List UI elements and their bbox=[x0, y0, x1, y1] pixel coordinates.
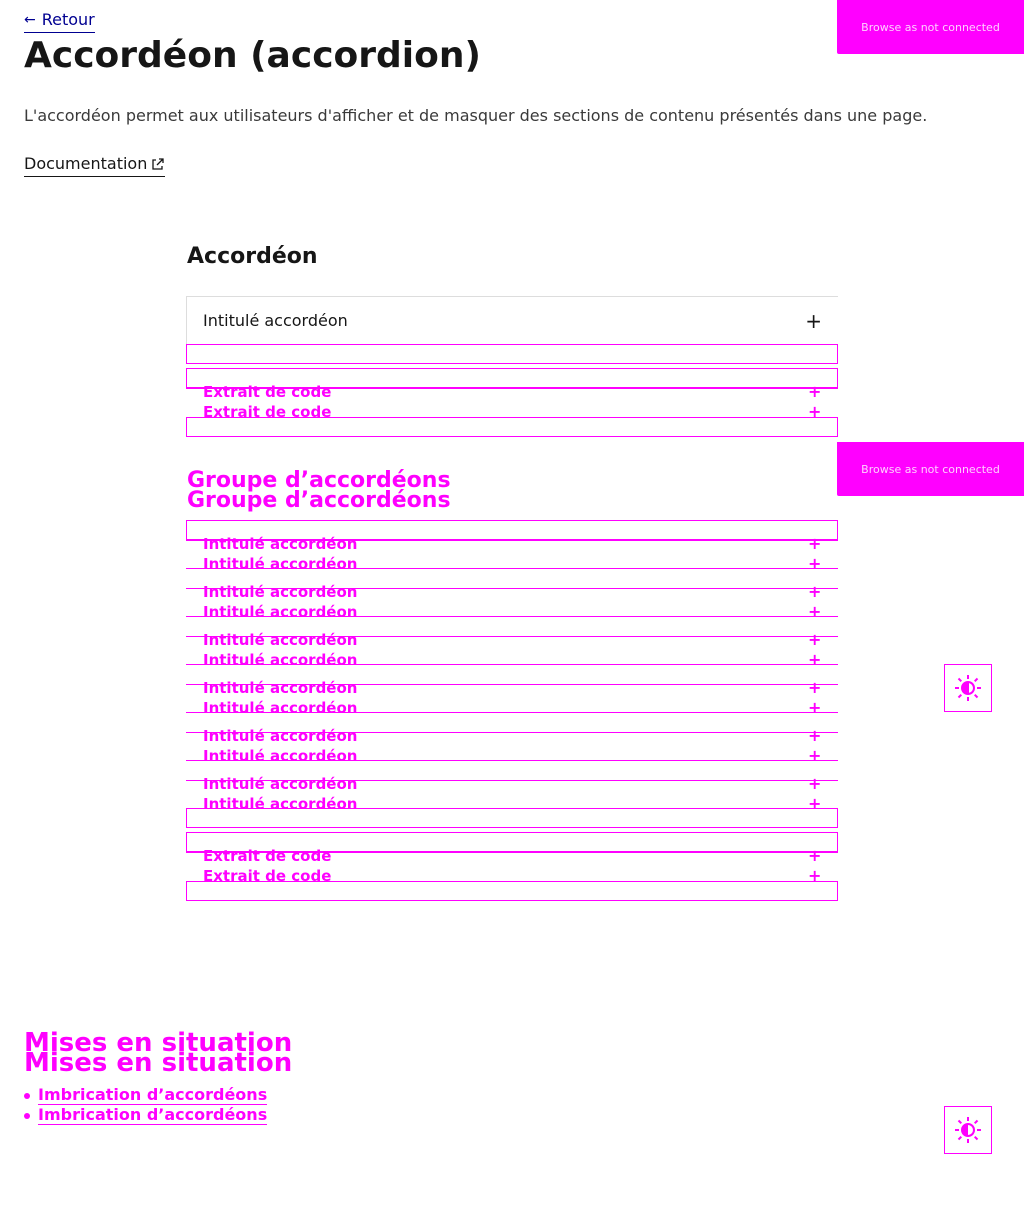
plus-icon: + bbox=[808, 678, 822, 697]
situation-list-item[interactable]: Imbrication d’accordéons bbox=[24, 1105, 268, 1125]
documentation-label: Documentation bbox=[24, 154, 148, 173]
connection-badge-label: Browse as not connected bbox=[861, 462, 1000, 476]
bullet bbox=[24, 1112, 30, 1119]
accordion-label[interactable]: Intitulé accordéon bbox=[203, 727, 357, 745]
situation-link-label: Imbrication d’accordéons bbox=[38, 1085, 268, 1105]
divider bbox=[186, 616, 838, 617]
sun-icon bbox=[955, 1117, 981, 1143]
bullet bbox=[24, 1092, 30, 1099]
situation-link-label: Imbrication d’accordéons bbox=[38, 1105, 268, 1125]
code-box bbox=[186, 881, 838, 901]
accordion-label[interactable]: Intitulé accordéon bbox=[203, 535, 357, 553]
group-title: Groupe d’accordéons bbox=[187, 488, 451, 513]
plus-icon: + bbox=[808, 382, 822, 401]
theme-toggle-button[interactable] bbox=[944, 1106, 992, 1154]
accordion-label[interactable]: Intitulé accordéon bbox=[203, 631, 357, 649]
accordion-label[interactable]: Intitulé accordéon bbox=[203, 603, 357, 621]
situations-title: Mises en situation bbox=[24, 1048, 293, 1078]
accordion-label: Intitulé accordéon bbox=[203, 311, 348, 330]
plus-icon: + bbox=[805, 308, 822, 333]
connection-badge[interactable]: Browse as not connected bbox=[837, 0, 1024, 54]
situation-list-item[interactable]: Imbrication d’accordéons bbox=[24, 1085, 268, 1105]
documentation-link[interactable]: Documentation bbox=[24, 152, 166, 177]
plus-icon: + bbox=[808, 698, 822, 717]
plus-icon: + bbox=[808, 746, 822, 765]
arrow-left-icon: ← bbox=[24, 12, 36, 28]
page-title: Accordéon (accordion) bbox=[24, 35, 481, 76]
accordion-collapse-box bbox=[186, 808, 838, 828]
accordion-collapse-box bbox=[186, 344, 838, 364]
plus-icon: + bbox=[808, 650, 822, 669]
accordion-label[interactable]: Intitulé accordéon bbox=[203, 747, 357, 765]
theme-toggle-button[interactable] bbox=[944, 664, 992, 712]
divider bbox=[186, 760, 838, 761]
accordion-label[interactable]: Intitulé accordéon bbox=[203, 699, 357, 717]
plus-icon: + bbox=[808, 534, 822, 553]
accordion-label[interactable]: Intitulé accordéon bbox=[203, 555, 357, 573]
plus-icon: + bbox=[808, 726, 822, 745]
divider bbox=[186, 712, 838, 713]
section-title: Accordéon bbox=[187, 244, 318, 269]
code-toggle-label[interactable]: Extrait de code bbox=[203, 383, 331, 401]
accordion-label[interactable]: Intitulé accordéon bbox=[203, 775, 357, 793]
plus-icon: + bbox=[808, 774, 822, 793]
connection-badge[interactable]: Browse as not connected bbox=[837, 442, 1024, 496]
external-link-icon bbox=[152, 158, 164, 170]
plus-icon: + bbox=[808, 602, 822, 621]
divider bbox=[186, 664, 838, 665]
sun-icon bbox=[955, 675, 981, 701]
plus-icon: + bbox=[808, 630, 822, 649]
plus-icon: + bbox=[808, 554, 822, 573]
code-box bbox=[186, 417, 838, 437]
back-label: Retour bbox=[41, 10, 95, 29]
accordion-header[interactable]: Intitulé accordéon + bbox=[186, 296, 838, 344]
connection-badge-label: Browse as not connected bbox=[861, 20, 1000, 34]
accordion-label[interactable]: Intitulé accordéon bbox=[203, 583, 357, 601]
plus-icon: + bbox=[808, 846, 822, 865]
code-toggle-label[interactable]: Extrait de code bbox=[203, 847, 331, 865]
page-lead: L'accordéon permet aux utilisateurs d'af… bbox=[24, 106, 928, 125]
divider bbox=[186, 568, 838, 569]
accordion-label[interactable]: Intitulé accordéon bbox=[203, 679, 357, 697]
accordion-label[interactable]: Intitulé accordéon bbox=[203, 651, 357, 669]
plus-icon: + bbox=[808, 582, 822, 601]
